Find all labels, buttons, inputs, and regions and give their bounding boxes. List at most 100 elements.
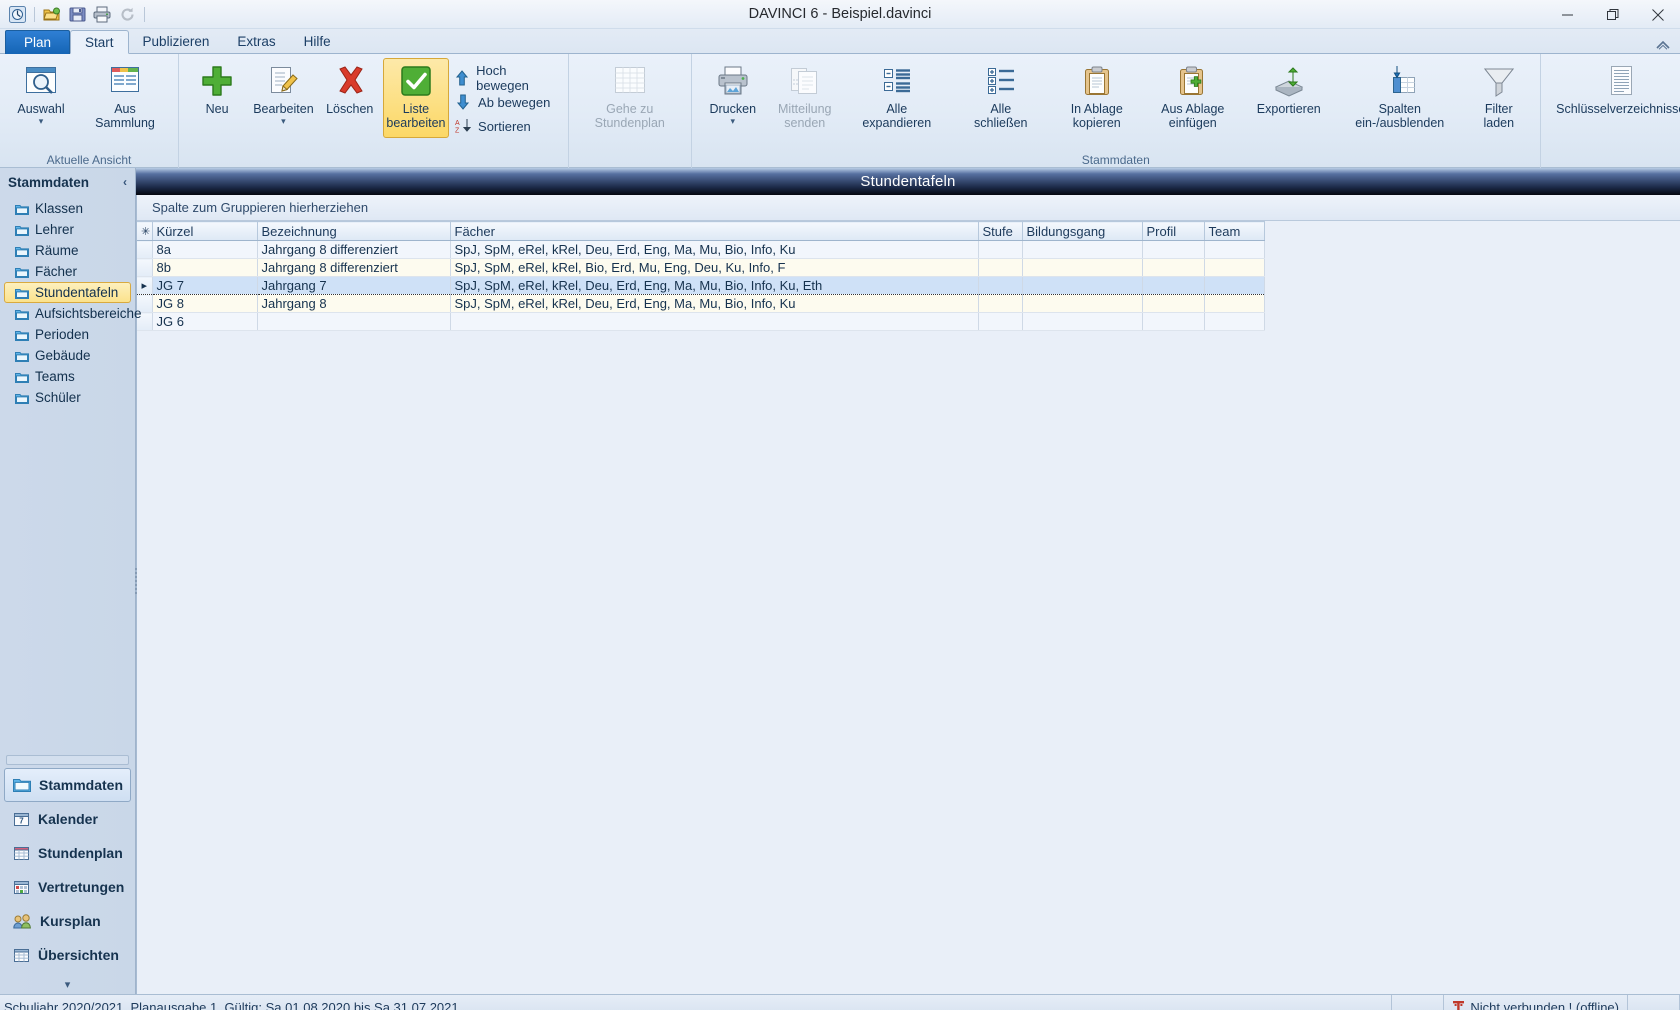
sidebar-item-teams[interactable]: Teams <box>4 366 131 387</box>
cell-team[interactable] <box>1204 276 1265 295</box>
group-by-panel[interactable]: Spalte zum Gruppieren hierherziehen <box>137 195 1680 221</box>
column-header-team[interactable]: Team <box>1204 221 1265 241</box>
bearbeiten-caret-icon[interactable]: ▾ <box>281 117 286 126</box>
filter-laden-button[interactable]: Filter laden <box>1463 58 1535 138</box>
sidebar-resize-handle[interactable] <box>132 564 139 598</box>
hoch-bewegen-button[interactable]: Hoch bewegen <box>449 63 563 93</box>
cell-stufe[interactable] <box>978 240 1023 259</box>
drucken-caret-icon[interactable]: ▾ <box>731 117 736 126</box>
maximize-button[interactable] <box>1590 0 1635 29</box>
exportieren-button[interactable]: Exportieren <box>1241 58 1337 138</box>
table-row[interactable]: JG 8 Jahrgang 8 SpJ, SpM, eRel, kRel, De… <box>137 294 1265 313</box>
sidebar-item-aufsichtsbereiche[interactable]: Aufsichtsbereiche <box>4 303 142 324</box>
cell-bildungsgang[interactable] <box>1022 258 1143 277</box>
sidebar-item-raeume[interactable]: Räume <box>4 240 131 261</box>
in-ablage-kopieren-button[interactable]: In Ablage kopieren <box>1049 58 1145 138</box>
tab-plan[interactable]: Plan <box>5 30 71 54</box>
column-header-bezeichnung[interactable]: Bezeichnung <box>257 221 451 241</box>
drucken-button[interactable]: Drucken ▾ <box>697 58 769 138</box>
sidebar-collapse-icon[interactable]: ‹ <box>123 175 127 189</box>
nav-item-stundenplan[interactable]: Stundenplan <box>4 836 131 870</box>
table-row[interactable]: 8b Jahrgang 8 differenziert SpJ, SpM, eR… <box>137 258 1265 277</box>
cell-team[interactable] <box>1204 258 1265 277</box>
cell-bezeichnung[interactable] <box>257 312 451 331</box>
nav-item-kursplan[interactable]: Kursplan <box>4 904 131 938</box>
cell-bildungsgang[interactable] <box>1022 276 1143 295</box>
auswahl-caret-icon[interactable]: ▾ <box>39 117 44 126</box>
aus-sammlung-button[interactable]: Aus Sammlung <box>77 58 173 138</box>
cell-faecher[interactable]: SpJ, SpM, eRel, kRel, Deu, Erd, Eng, Ma,… <box>450 240 979 259</box>
row-indicator[interactable] <box>137 240 153 259</box>
close-button[interactable] <box>1635 0 1680 29</box>
liste-bearbeiten-button[interactable]: Liste bearbeiten <box>382 58 450 138</box>
cell-faecher[interactable]: SpJ, SpM, eRel, kRel, Deu, Erd, Eng, Ma,… <box>450 276 979 295</box>
cell-stufe[interactable] <box>978 276 1023 295</box>
cell-faecher[interactable]: SpJ, SpM, eRel, kRel, Deu, Erd, Eng, Ma,… <box>450 294 979 313</box>
column-header-kuerzel[interactable]: Kürzel <box>152 221 258 241</box>
column-header-faecher[interactable]: Fächer <box>450 221 979 241</box>
row-indicator[interactable]: ▸ <box>137 276 153 295</box>
minimize-button[interactable] <box>1545 0 1590 29</box>
cell-bildungsgang[interactable] <box>1022 294 1143 313</box>
cell-kuerzel[interactable]: 8b <box>152 258 258 277</box>
ab-bewegen-button[interactable]: Ab bewegen <box>449 90 563 114</box>
grid-indicator-header[interactable]: ✳ <box>137 221 153 241</box>
tab-start[interactable]: Start <box>70 30 129 54</box>
tab-hilfe[interactable]: Hilfe <box>290 30 345 54</box>
bearbeiten-button[interactable]: Bearbeiten ▾ <box>250 58 316 138</box>
cell-bildungsgang[interactable] <box>1022 240 1143 259</box>
sidebar-item-gebaeude[interactable]: Gebäude <box>4 345 131 366</box>
nav-item-stammdaten[interactable]: Stammdaten <box>4 768 131 802</box>
cell-profil[interactable] <box>1142 258 1205 277</box>
cell-profil[interactable] <box>1142 240 1205 259</box>
tab-extras[interactable]: Extras <box>223 30 289 54</box>
cell-bezeichnung[interactable]: Jahrgang 8 <box>257 294 451 313</box>
sortieren-button[interactable]: AZ Sortieren <box>449 114 563 138</box>
cell-kuerzel[interactable]: JG 6 <box>152 312 258 331</box>
alle-expandieren-button[interactable]: Alle expandieren <box>841 58 953 138</box>
cell-team[interactable] <box>1204 294 1265 313</box>
cell-faecher[interactable]: SpJ, SpM, eRel, kRel, Bio, Erd, Mu, Eng,… <box>450 258 979 277</box>
cell-profil[interactable] <box>1142 312 1205 331</box>
table-row[interactable]: JG 6 <box>137 312 1265 331</box>
sidebar-item-perioden[interactable]: Perioden <box>4 324 131 345</box>
cell-stufe[interactable] <box>978 312 1023 331</box>
sidebar-item-stundentafeln[interactable]: Stundentafeln <box>4 282 131 303</box>
spalten-ein-ausblenden-button[interactable]: Spalten ein-/ausblenden <box>1337 58 1463 138</box>
mitteilung-senden-button[interactable]: Mitteilung senden <box>769 58 841 138</box>
sidebar-item-lehrer[interactable]: Lehrer <box>4 219 131 240</box>
cell-bezeichnung[interactable]: Jahrgang 8 differenziert <box>257 240 451 259</box>
status-connection[interactable]: Nicht verbunden ! (offline) <box>1444 995 1628 1010</box>
neu-button[interactable]: Neu <box>184 58 250 138</box>
row-indicator[interactable] <box>137 258 153 277</box>
sidebar-more-icon[interactable]: ▾ <box>0 974 135 994</box>
cell-faecher[interactable] <box>450 312 979 331</box>
table-row[interactable]: ▸ JG 7 Jahrgang 7 SpJ, SpM, eRel, kRel, … <box>137 276 1265 295</box>
sidebar-item-faecher[interactable]: Fächer <box>4 261 131 282</box>
nav-item-kalender[interactable]: 7 Kalender <box>4 802 131 836</box>
collapse-ribbon-icon[interactable] <box>1656 40 1670 50</box>
nav-item-vertretungen[interactable]: Vertretungen <box>4 870 131 904</box>
column-header-bildungsgang[interactable]: Bildungsgang <box>1022 221 1143 241</box>
cell-stufe[interactable] <box>978 294 1023 313</box>
cell-bezeichnung[interactable]: Jahrgang 8 differenziert <box>257 258 451 277</box>
cell-team[interactable] <box>1204 240 1265 259</box>
tab-publizieren[interactable]: Publizieren <box>129 30 224 54</box>
sidebar-item-klassen[interactable]: Klassen <box>4 198 131 219</box>
column-header-profil[interactable]: Profil <box>1142 221 1205 241</box>
cell-profil[interactable] <box>1142 276 1205 295</box>
cell-profil[interactable] <box>1142 294 1205 313</box>
auswahl-button[interactable]: Auswahl ▾ <box>5 58 77 138</box>
cell-team[interactable] <box>1204 312 1265 331</box>
cell-kuerzel[interactable]: 8a <box>152 240 258 259</box>
sidebar-splitter[interactable] <box>6 755 129 765</box>
alle-schliessen-button[interactable]: Alle schließen <box>953 58 1049 138</box>
cell-bezeichnung[interactable]: Jahrgang 7 <box>257 276 451 295</box>
stundentafeln-grid[interactable]: ✳ Kürzel Bezeichnung Fächer Stufe Bildun… <box>137 221 1265 331</box>
cell-kuerzel[interactable]: JG 7 <box>152 276 258 295</box>
gehe-zu-stundenplan-button[interactable]: Gehe zu Stundenplan <box>574 58 686 138</box>
table-row[interactable]: 8a Jahrgang 8 differenziert SpJ, SpM, eR… <box>137 240 1265 259</box>
sidebar-item-schueler[interactable]: Schüler <box>4 387 131 408</box>
cell-bildungsgang[interactable] <box>1022 312 1143 331</box>
loeschen-button[interactable]: Löschen <box>317 58 383 138</box>
